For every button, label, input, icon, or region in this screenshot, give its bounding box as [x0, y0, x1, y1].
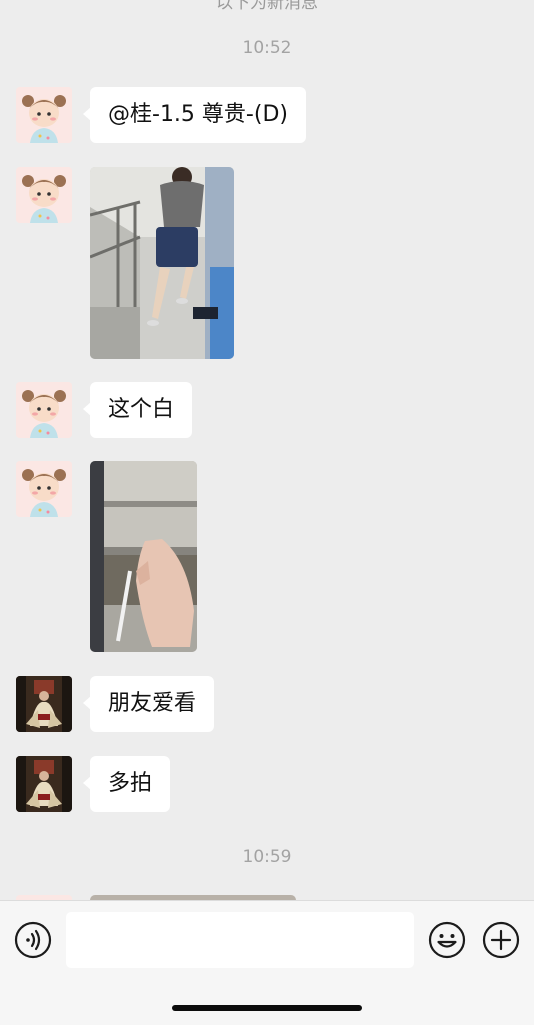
message-bubble[interactable]: 这个白: [82, 382, 193, 438]
avatar[interactable]: [16, 167, 72, 223]
voice-button[interactable]: [14, 921, 52, 959]
avatar[interactable]: [16, 87, 72, 143]
plus-icon: [482, 921, 520, 959]
timestamp: 10:52: [242, 38, 292, 58]
new-messages-divider: 以下为新消息: [216, 0, 318, 13]
emoji-button[interactable]: [428, 921, 466, 959]
message-bubble[interactable]: 朋友爱看: [82, 676, 215, 732]
home-indicator: [172, 1005, 362, 1011]
plus-button[interactable]: [482, 921, 520, 959]
message-bubble[interactable]: @桂-1.5 尊贵-(D): [83, 87, 306, 143]
chat-area: 以下为新消息 10:52 @桂-1.5 尊贵-(D) 这个白 朋友爱看 多拍 1…: [0, 0, 534, 900]
emoji-icon: [428, 921, 466, 959]
avatar[interactable]: [16, 382, 72, 438]
avatar[interactable]: [16, 676, 72, 732]
image-message[interactable]: [90, 167, 234, 359]
avatar[interactable]: [16, 461, 72, 517]
message-input[interactable]: [66, 912, 414, 968]
timestamp: 10:59: [242, 847, 292, 867]
avatar[interactable]: [16, 756, 72, 812]
voice-icon: [14, 921, 52, 959]
image-message[interactable]: [90, 461, 197, 652]
message-bubble[interactable]: 多拍: [82, 756, 171, 812]
